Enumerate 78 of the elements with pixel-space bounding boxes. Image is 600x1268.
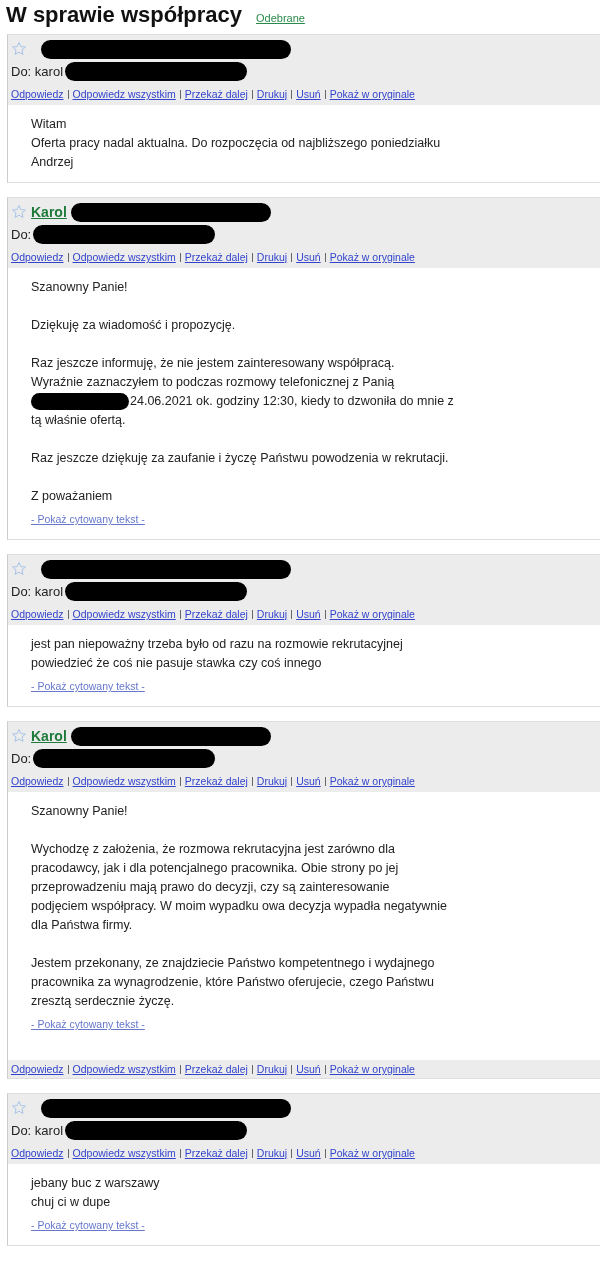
action-link[interactable]: Odpowiedz wszystkim xyxy=(72,608,176,620)
body-text: zresztą serdecznie życzę. xyxy=(31,993,176,1010)
action-link[interactable]: Pokaż w oryginale xyxy=(329,88,415,100)
action-link[interactable]: Pokaż w oryginale xyxy=(329,775,415,787)
action-link[interactable]: Przekaż dalej xyxy=(184,1063,248,1075)
action-link[interactable]: Drukuj xyxy=(256,1063,288,1075)
action-link[interactable]: Odpowiedz wszystkim xyxy=(72,88,176,100)
body-text: pracodawcy, jak i dla potencjalnego pracownika. Obie strony po jej xyxy=(31,860,400,877)
body-text: Raz jeszcze dziękuję za zaufanie i życzę Państwu powodzenia w rekrutacji. xyxy=(31,450,450,467)
body-text: tą właśnie ofertą. xyxy=(31,412,127,429)
action-link[interactable]: Odpowiedz xyxy=(11,775,64,787)
star-icon[interactable] xyxy=(11,561,27,577)
show-quoted-link[interactable]: - Pokaż cytowany tekst - xyxy=(31,677,145,696)
action-link[interactable]: Drukuj xyxy=(256,251,288,263)
action-link[interactable]: Odpowiedz xyxy=(11,1063,64,1075)
body-text: Jestem przekonany, ze znajdziecie Państwo kompetentnego i wydajnego xyxy=(31,955,436,972)
action-link[interactable]: Odpowiedz xyxy=(11,88,64,100)
body-text: Andrzej xyxy=(31,154,75,171)
action-link[interactable]: Przekaż dalej xyxy=(184,775,248,787)
action-link[interactable]: Pokaż w oryginale xyxy=(329,251,415,263)
recipient-label: Do: karol xyxy=(11,63,64,79)
show-quoted-link[interactable]: - Pokaż cytowany tekst - xyxy=(31,510,145,529)
action-link[interactable]: Usuń xyxy=(296,775,321,787)
action-link[interactable]: Przekaż dalej xyxy=(184,608,248,620)
action-link[interactable]: Drukuj xyxy=(256,775,288,787)
star-icon[interactable] xyxy=(11,41,27,57)
action-link[interactable]: Drukuj xyxy=(256,1147,288,1159)
body-text: jest pan niepoważny trzeba było od razu na rozmowie rekrutacyjnej xyxy=(31,636,404,653)
action-link[interactable]: Usuń xyxy=(296,88,321,100)
recipient-label: Do: xyxy=(11,226,32,242)
body-text: Z poważaniem xyxy=(31,488,114,505)
action-link[interactable]: Odpowiedz wszystkim xyxy=(72,1147,176,1159)
body-text: Raz jeszcze informuję, że nie jestem zainteresowany współpracą. xyxy=(31,355,396,372)
action-link[interactable]: Pokaż w oryginale xyxy=(329,608,415,620)
star-icon[interactable] xyxy=(11,1100,27,1116)
show-quoted-link[interactable]: - Pokaż cytowany tekst - xyxy=(31,1216,145,1235)
body-text: jebany buc z warszawy xyxy=(31,1175,161,1192)
action-link[interactable]: Odpowiedz xyxy=(11,1147,64,1159)
body-text: Witam xyxy=(31,116,68,133)
action-link[interactable]: Drukuj xyxy=(256,608,288,620)
action-link[interactable]: Przekaż dalej xyxy=(184,88,248,100)
body-text: chuj ci w dupe xyxy=(31,1194,112,1211)
body-text: dla Państwa firmy. xyxy=(31,917,134,934)
action-link[interactable]: Odpowiedz wszystkim xyxy=(72,1063,176,1075)
body-text: Szanowny Panie! xyxy=(31,279,129,296)
action-link[interactable]: Usuń xyxy=(296,1063,321,1075)
body-text: 24.06.2021 ok. godziny 12:30, kiedy to dzwoniła do mnie z xyxy=(130,393,454,410)
action-link[interactable]: Pokaż w oryginale xyxy=(329,1147,415,1159)
sender-link[interactable]: Karol xyxy=(31,728,67,744)
action-link[interactable]: Przekaż dalej xyxy=(184,1147,248,1159)
action-link[interactable]: Odpowiedz xyxy=(11,608,64,620)
action-link[interactable]: Usuń xyxy=(296,251,321,263)
action-link[interactable]: Pokaż w oryginale xyxy=(329,1063,415,1075)
body-text: powiedzieć że coś nie pasuje stawka czy coś innego xyxy=(31,655,323,672)
action-link[interactable]: Drukuj xyxy=(256,88,288,100)
body-text: Oferta pracy nadal aktualna. Do rozpoczęcia od najbliższego poniedziałku xyxy=(31,135,442,152)
body-text: Wyraźnie zaznaczyłem to podczas rozmowy telefonicznej z Panią xyxy=(31,374,396,391)
action-link[interactable]: Usuń xyxy=(296,1147,321,1159)
recipient-label: Do: karol xyxy=(11,583,64,599)
star-icon[interactable] xyxy=(11,728,27,744)
body-text: podjęciem współpracy. W moim wypadku owa decyzja wypadła negatywnie xyxy=(31,898,448,915)
action-link[interactable]: Odpowiedz wszystkim xyxy=(72,251,176,263)
recipient-label: Do: xyxy=(11,750,32,766)
show-quoted-link[interactable]: - Pokaż cytowany tekst - xyxy=(31,1015,145,1034)
star-icon[interactable] xyxy=(11,204,27,220)
sender-link[interactable]: Karol xyxy=(31,204,67,220)
label-link[interactable]: Odebrane xyxy=(255,12,305,24)
thread-title: W sprawie współpracy xyxy=(6,2,242,28)
action-link[interactable]: Odpowiedz wszystkim xyxy=(72,775,176,787)
body-text: Szanowny Panie! xyxy=(31,803,129,820)
body-text: pracownika za wynagrodzenie, które Państwo oferujecie, czego Państwu xyxy=(31,974,435,991)
action-link[interactable]: Przekaż dalej xyxy=(184,251,248,263)
body-text: Dziękuję za wiadomość i propozycję. xyxy=(31,317,237,334)
action-link[interactable]: Odpowiedz xyxy=(11,251,64,263)
body-text: przeprowadzeniu mają prawo do decyzji, czy są zainteresowanie xyxy=(31,879,391,896)
body-text: Wychodzę z założenia, że rozmowa rekrutacyjna jest zarówno dla xyxy=(31,841,396,858)
action-link[interactable]: Usuń xyxy=(296,608,321,620)
recipient-label: Do: karol xyxy=(11,1122,64,1138)
